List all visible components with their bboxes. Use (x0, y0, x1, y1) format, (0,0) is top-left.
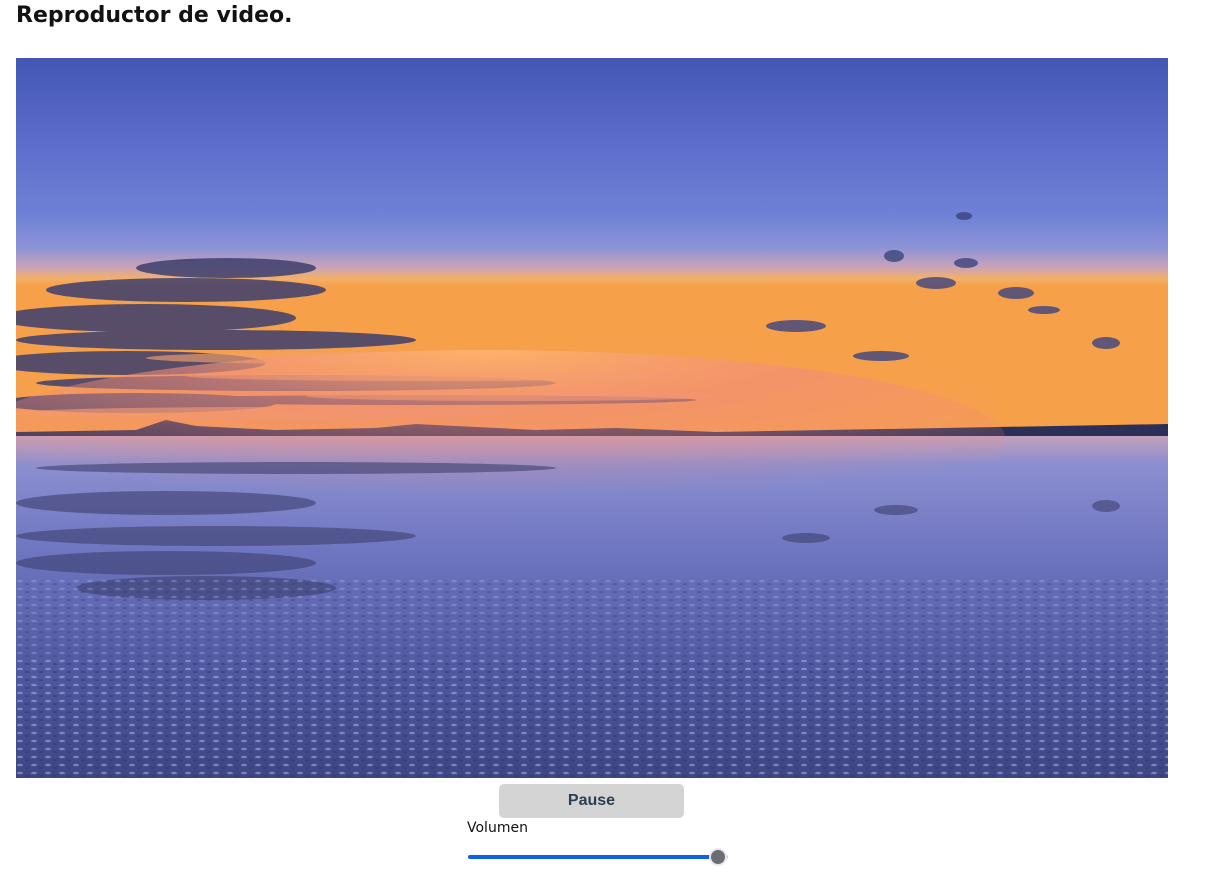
page-title: Reproductor de video. (16, 3, 293, 28)
page: Reproductor de video. Pause Volumen (0, 0, 1209, 880)
volume-slider-thumb[interactable] (709, 848, 727, 866)
video-frame (16, 58, 1168, 778)
pause-button[interactable]: Pause (499, 784, 684, 818)
volume-slider-fill (468, 855, 718, 859)
video-player[interactable] (16, 58, 1168, 778)
volume-slider[interactable] (468, 846, 728, 868)
volume-label: Volumen (467, 820, 528, 836)
